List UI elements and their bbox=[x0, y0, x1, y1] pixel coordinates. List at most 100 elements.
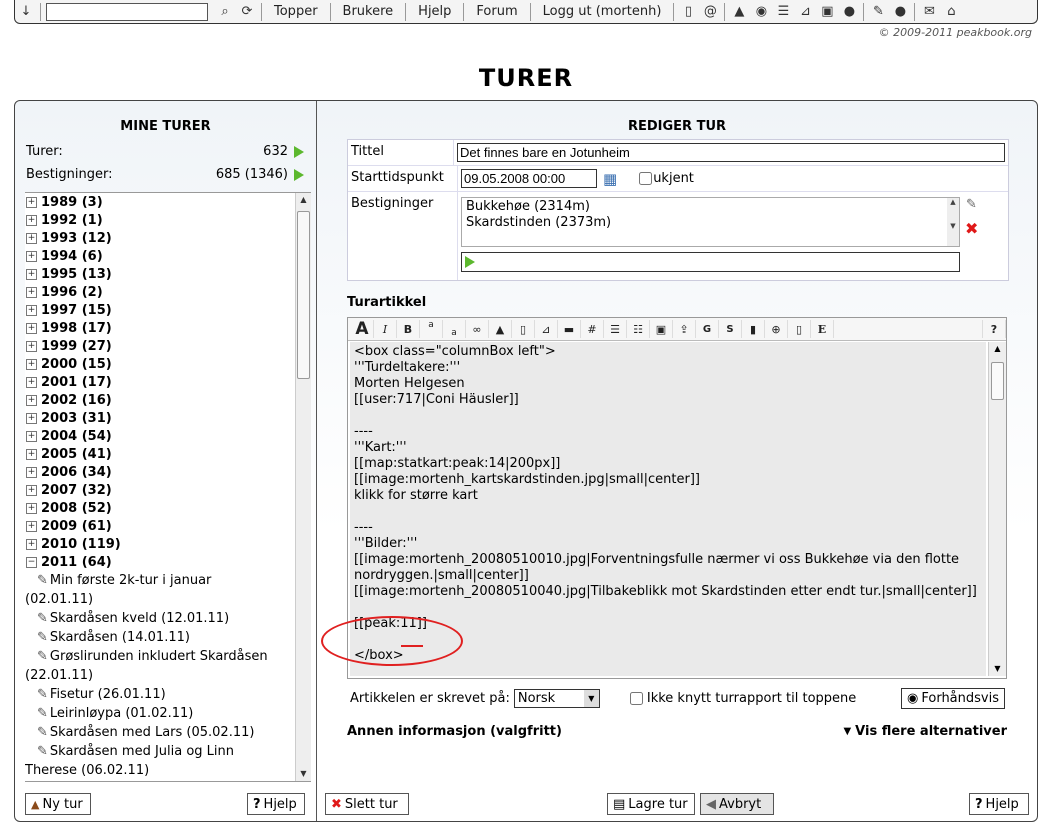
play-icon[interactable] bbox=[294, 145, 304, 158]
tree-year-item[interactable]: +2001 (17) bbox=[25, 373, 295, 391]
mail-icon[interactable]: ✉ bbox=[918, 2, 940, 22]
tree-trip-item[interactable]: ✎ Fisetur (26.01.11) bbox=[25, 685, 295, 704]
ascent-item[interactable]: Skardstinden (2373m) bbox=[462, 215, 959, 230]
tree-year-item[interactable]: +2002 (16) bbox=[25, 391, 295, 409]
tree-trip-item[interactable]: ✎ Skardåsen (14.01.11) bbox=[25, 628, 295, 647]
tree-year-item[interactable]: +2004 (54) bbox=[25, 427, 295, 445]
tree-year-item[interactable]: +1998 (17) bbox=[25, 319, 295, 337]
mountain-icon[interactable]: ▲ bbox=[489, 320, 512, 338]
home-icon[interactable]: ⌂ bbox=[940, 2, 962, 22]
font-icon[interactable]: A bbox=[351, 319, 374, 339]
expand-icon[interactable]: + bbox=[26, 196, 37, 208]
expand-icon[interactable]: + bbox=[26, 286, 37, 298]
tree-year-item[interactable]: +1993 (12) bbox=[25, 229, 295, 247]
tree-year-item[interactable]: +1989 (3) bbox=[25, 193, 295, 211]
tree-year-item[interactable]: +1996 (2) bbox=[25, 283, 295, 301]
expand-icon[interactable]: + bbox=[26, 448, 37, 460]
scroll-up-icon[interactable]: ▲ bbox=[989, 342, 1006, 356]
numbered-list-icon[interactable]: ☷ bbox=[627, 320, 650, 338]
globe-icon[interactable]: ◉ bbox=[750, 2, 772, 22]
expand-icon[interactable]: + bbox=[26, 340, 37, 352]
tree-trip-item[interactable]: ✎ Skardåsen med Julia og Linn Therese (06.… bbox=[25, 742, 295, 780]
new-trip-button[interactable]: ▲ Ny tur bbox=[25, 793, 91, 815]
tree-year-item[interactable]: +1994 (6) bbox=[25, 247, 295, 265]
refresh-icon[interactable]: ⟳ bbox=[236, 2, 258, 22]
no-link-checkbox[interactable] bbox=[629, 692, 643, 705]
expand-icon[interactable]: + bbox=[26, 304, 37, 316]
superscript-icon[interactable]: a bbox=[420, 320, 443, 338]
book-icon[interactable]: ▮ bbox=[742, 320, 765, 338]
bold-icon[interactable]: B bbox=[397, 320, 420, 338]
nav-logout[interactable]: Logg ut (mortenh) bbox=[534, 4, 671, 19]
gallery-icon[interactable]: G bbox=[696, 320, 719, 338]
link-icon[interactable]: ∞ bbox=[466, 320, 489, 338]
page-icon[interactable]: ▯ bbox=[788, 320, 811, 338]
pin-icon[interactable]: ✎ bbox=[867, 2, 889, 22]
nav-topper[interactable]: Topper bbox=[265, 4, 327, 19]
chain-icon[interactable]: ⊕ bbox=[765, 320, 788, 338]
help-button[interactable]: ? Hjelp bbox=[969, 793, 1029, 815]
play-icon[interactable] bbox=[294, 168, 304, 181]
expand-icon[interactable]: + bbox=[26, 412, 37, 424]
expand-icon[interactable]: + bbox=[26, 520, 37, 532]
scroll-down-icon[interactable]: ▼ bbox=[296, 767, 311, 781]
horizontal-rule-icon[interactable]: ▬ bbox=[558, 320, 581, 338]
ascent-item[interactable]: Bukkehøe (2314m) bbox=[462, 198, 959, 215]
more-options-link[interactable]: ▼ Vis flere alternativer bbox=[843, 724, 1007, 739]
tree-year-item[interactable]: +1997 (15) bbox=[25, 301, 295, 319]
mountain-icon[interactable]: ▲ bbox=[728, 2, 750, 22]
expand-icon[interactable]: + bbox=[26, 484, 37, 496]
tree-year-item[interactable]: −2011 (64) bbox=[25, 553, 295, 571]
subscript-icon[interactable]: a bbox=[443, 320, 466, 338]
italic-icon[interactable]: I bbox=[374, 320, 397, 338]
boot-icon[interactable]: ⊿ bbox=[535, 320, 558, 338]
tree-year-item[interactable]: +2007 (32) bbox=[25, 481, 295, 499]
tree-year-item[interactable]: +2000 (15) bbox=[25, 355, 295, 373]
ascents-listbox[interactable]: Bukkehøe (2314m) Skardstinden (2373m) ▲ ▼ bbox=[461, 197, 960, 247]
expand-icon[interactable]: + bbox=[26, 232, 37, 244]
upload-icon[interactable]: ⇪ bbox=[673, 320, 696, 338]
scroll-down-icon[interactable]: ▼ bbox=[989, 662, 1006, 676]
play-icon[interactable] bbox=[465, 256, 475, 268]
boot-icon[interactable]: ⊿ bbox=[794, 2, 816, 22]
start-input[interactable] bbox=[461, 169, 597, 188]
tree-year-item[interactable]: +2005 (41) bbox=[25, 445, 295, 463]
expand-icon[interactable]: + bbox=[26, 322, 37, 334]
tree-year-item[interactable]: +1999 (27) bbox=[25, 337, 295, 355]
add-ascent-input[interactable] bbox=[461, 252, 960, 272]
ascents-scrollbar[interactable]: ▲ ▼ bbox=[947, 198, 959, 246]
calendar-icon[interactable]: ▦ bbox=[603, 170, 617, 188]
arrow-down-icon[interactable]: ↓ bbox=[15, 2, 37, 22]
bullet-list-icon[interactable]: ☰ bbox=[604, 320, 627, 338]
tree-year-item[interactable]: +2003 (31) bbox=[25, 409, 295, 427]
tree-year-item[interactable]: +1992 (1) bbox=[25, 211, 295, 229]
table-icon[interactable]: # bbox=[581, 320, 604, 338]
list-icon[interactable]: ☰ bbox=[772, 2, 794, 22]
expand-icon[interactable]: + bbox=[26, 502, 37, 514]
nav-hjelp[interactable]: Hjelp bbox=[409, 4, 460, 19]
expand-icon[interactable]: + bbox=[26, 394, 37, 406]
chat-icon[interactable]: ● bbox=[838, 2, 860, 22]
expand-icon[interactable]: + bbox=[26, 466, 37, 478]
help-icon[interactable]: ? bbox=[982, 320, 1006, 338]
save-trip-button[interactable]: ▤ Lagre tur bbox=[607, 793, 695, 815]
nav-brukere[interactable]: Brukere bbox=[334, 4, 403, 19]
search-icon[interactable]: ⌕ bbox=[214, 2, 236, 22]
tree-trip-item[interactable]: ✎ Grøslirunden inkludert Skardåsen (22.01.… bbox=[25, 647, 295, 685]
preview-button[interactable]: ◉ Forhåndsvis bbox=[901, 688, 1005, 709]
unknown-checkbox[interactable] bbox=[639, 172, 653, 185]
expand-icon[interactable]: + bbox=[26, 358, 37, 370]
tree-trip-item[interactable]: ✎ Leirinløypa (01.02.11) bbox=[25, 704, 295, 723]
document-icon[interactable]: ▯ bbox=[512, 320, 535, 338]
article-scrollbar[interactable]: ▲ ▼ bbox=[988, 342, 1006, 676]
tree-year-item[interactable]: +2009 (61) bbox=[25, 517, 295, 535]
at-icon[interactable]: @ bbox=[699, 2, 721, 22]
picture-icon[interactable]: ▣ bbox=[816, 2, 838, 22]
expand-icon[interactable]: + bbox=[26, 430, 37, 442]
slideshow-icon[interactable]: S bbox=[719, 320, 742, 338]
tree-year-item[interactable]: +2010 (119) bbox=[25, 535, 295, 553]
embed-icon[interactable]: E bbox=[811, 320, 834, 338]
tree-trip-item[interactable]: ✎ Skardåsen kveld (12.01.11) bbox=[25, 609, 295, 628]
help-button[interactable]: ? Hjelp bbox=[247, 793, 305, 815]
tree-trip-item[interactable]: ✎ Min første 2k-tur i januar (02.01.11) bbox=[25, 571, 295, 609]
